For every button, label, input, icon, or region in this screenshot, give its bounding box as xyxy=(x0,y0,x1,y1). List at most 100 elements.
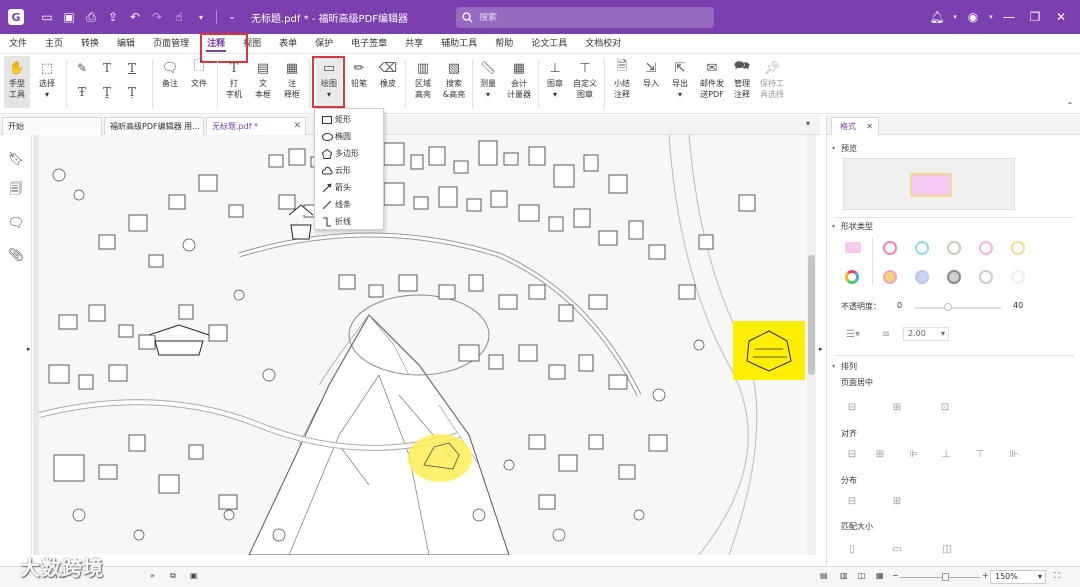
document-view[interactable] xyxy=(33,135,816,555)
squiggly-text-button[interactable]: Ŧ xyxy=(72,82,92,102)
align-middle-icon[interactable]: ⊞ xyxy=(873,448,887,460)
style-swatch-yellow-fill[interactable] xyxy=(883,270,897,284)
hand-tool-button[interactable]: ✋ 手型 工具 xyxy=(5,58,29,100)
close-window-button[interactable]: ✕ xyxy=(1048,6,1074,28)
manage-comments-button[interactable]: 🗪︎ 管理 注释 xyxy=(729,58,755,100)
draw-polyline-item[interactable]: 折线 xyxy=(315,213,385,230)
menu-file[interactable]: 文件 xyxy=(0,34,36,54)
callout-button[interactable]: ▦ 注 释框 xyxy=(280,58,304,100)
typewriter-button[interactable]: T 打 字机 xyxy=(222,58,246,100)
email-pdf-button[interactable]: ✉ 邮件发 送PDF xyxy=(697,58,727,100)
zoom-slider-thumb[interactable] xyxy=(942,573,949,581)
center-horizontal-icon[interactable]: ⊟ xyxy=(845,401,859,413)
tab-format[interactable]: 格式 ✕ xyxy=(831,117,879,135)
center-vertical-icon[interactable]: ⊞ xyxy=(890,401,904,413)
bookmark-icon[interactable]: 🔖︎ xyxy=(8,151,25,167)
hand-tool-icon[interactable]: ☝ xyxy=(168,6,190,28)
menu-form[interactable]: 表单 xyxy=(270,34,306,54)
tab-start[interactable]: 开始 xyxy=(2,117,102,135)
save-icon[interactable]: ▣ xyxy=(58,6,80,28)
open-folder-icon[interactable]: ▭ xyxy=(36,6,58,28)
page-copy-icon[interactable]: ⧉ xyxy=(170,571,176,581)
custom-stamp-button[interactable]: ⊤ 自定义 图章 xyxy=(570,58,600,100)
style-swatch-filled[interactable] xyxy=(845,242,861,253)
select-tool-button[interactable]: ⬚ 选择 ▾ xyxy=(35,58,59,100)
align-right-icon[interactable]: ⊪ xyxy=(1007,448,1021,460)
pencil-button[interactable]: ✏︎ 铅笔 xyxy=(347,58,371,89)
import-button[interactable]: ⇲ 导入 xyxy=(639,58,663,89)
zoom-select[interactable]: 150% ▾ xyxy=(990,570,1046,584)
undo-icon[interactable]: ↶ xyxy=(124,6,146,28)
redo-icon[interactable]: ↷ xyxy=(146,6,168,28)
tab-doc2[interactable]: 无标题.pdf * ✕ xyxy=(206,117,306,135)
file-attach-button[interactable]: 🗋︎ 文件 xyxy=(187,58,211,89)
stamp-button[interactable]: ⊥ 图章 ▾ xyxy=(543,58,567,100)
distribute-horizontal-icon[interactable]: ⊞ xyxy=(890,495,904,507)
right-panel-collapse-icon[interactable]: ▸ xyxy=(819,345,825,355)
customize-dropdown-icon[interactable]: ▾ xyxy=(190,6,212,28)
style-swatch-olive[interactable] xyxy=(947,241,961,255)
menu-help[interactable]: 帮助 xyxy=(486,34,522,54)
menu-share[interactable]: 共享 xyxy=(396,34,432,54)
eraser-button[interactable]: ⌫ 橡皮 xyxy=(376,58,400,89)
insert-text-button[interactable]: Ṯ xyxy=(97,82,117,102)
measure-button[interactable]: 📏︎ 测量 ▾ xyxy=(476,58,500,100)
close-panel-icon[interactable]: ✕ xyxy=(866,118,873,135)
center-both-icon[interactable]: ⊡ xyxy=(938,401,952,413)
page-fit-icon[interactable]: ▣ xyxy=(190,571,198,580)
align-left-icon[interactable]: ⊫ xyxy=(907,448,921,460)
minimize-button[interactable]: — xyxy=(996,6,1022,28)
draw-arrow-item[interactable]: 箭头 xyxy=(315,179,385,196)
tabs-overflow-icon[interactable]: ▾ xyxy=(806,119,810,128)
menu-thesis-tools[interactable]: 论文工具 xyxy=(522,34,576,54)
share-icon[interactable]: ⇪ xyxy=(102,6,124,28)
replace-text-button[interactable]: Ṭ xyxy=(122,82,142,102)
style-swatch-white[interactable] xyxy=(1011,270,1025,284)
menu-proofread[interactable]: 文档校对 xyxy=(576,34,630,54)
menu-home[interactable]: 主页 xyxy=(36,34,72,54)
summary-button[interactable]: 🗎︎ 小结 注释 xyxy=(610,58,634,100)
draw-polygon-item[interactable]: 多边形 xyxy=(315,145,385,162)
account-dropdown-icon[interactable]: ▾ xyxy=(986,6,996,28)
restore-button[interactable]: ❐ xyxy=(1022,6,1048,28)
export-button[interactable]: ⇱ 导出 ▾ xyxy=(668,58,692,100)
opacity-slider-thumb[interactable] xyxy=(944,303,952,311)
account-icon[interactable]: ◉ xyxy=(960,6,986,28)
search-input[interactable] xyxy=(479,12,679,23)
line-style-icon[interactable]: ☰▾ xyxy=(843,328,863,340)
style-swatch-cyan[interactable] xyxy=(915,241,929,255)
distribute-vertical-icon[interactable]: ⊟ xyxy=(845,495,859,507)
style-swatch-pink[interactable] xyxy=(979,241,993,255)
strikeout-text-button[interactable]: T xyxy=(97,58,117,78)
textbox-button[interactable]: ▤ 文 本框 xyxy=(251,58,275,100)
align-top-icon[interactable]: ⊤ xyxy=(973,448,987,460)
vertical-scrollbar[interactable] xyxy=(807,135,816,555)
tab-doc1[interactable]: 福昕高级PDF编辑器 用... xyxy=(104,117,204,135)
comments-icon[interactable]: 🗨︎ xyxy=(8,215,25,231)
continuous-view-icon[interactable]: ▥ xyxy=(840,571,848,580)
next-page-icon[interactable]: » xyxy=(150,571,155,580)
menu-protect[interactable]: 保护 xyxy=(306,34,342,54)
calc-button[interactable]: ▦ 会计 计量器 xyxy=(504,58,534,100)
draw-ellipse-item[interactable]: 椭圆 xyxy=(315,128,385,145)
single-page-view-icon[interactable]: ▤ xyxy=(820,571,828,580)
draw-line-item[interactable]: 线条 xyxy=(315,196,385,213)
align-center-v-icon[interactable]: ⊟ xyxy=(845,448,859,460)
line-width-select[interactable]: 2.00 ▾ xyxy=(903,327,949,341)
menu-accessibility[interactable]: 辅助工具 xyxy=(432,34,486,54)
highlight-text-button[interactable]: ✎ xyxy=(72,58,92,78)
two-page-view-icon[interactable]: ◫ xyxy=(858,571,866,580)
style-swatch-red[interactable] xyxy=(883,241,897,255)
quick-access-dropdown-icon[interactable]: ⌄ xyxy=(221,6,243,28)
style-swatch-blue-fill[interactable] xyxy=(915,270,929,284)
pdf-page[interactable] xyxy=(39,135,809,555)
menu-e-signature[interactable]: 电子签章 xyxy=(342,34,396,54)
search-box[interactable] xyxy=(456,7,714,28)
note-button[interactable]: 🗨︎ 备注 xyxy=(158,58,182,89)
match-both-icon[interactable]: ◫ xyxy=(940,543,954,555)
section-collapse-icon[interactable]: ▾ xyxy=(832,223,835,230)
print-icon[interactable]: ⎙ xyxy=(80,6,102,28)
close-tab-icon[interactable]: ✕ xyxy=(293,118,301,135)
notification-dropdown-icon[interactable]: ▾ xyxy=(950,6,960,28)
zoom-slider-track[interactable] xyxy=(900,577,980,578)
